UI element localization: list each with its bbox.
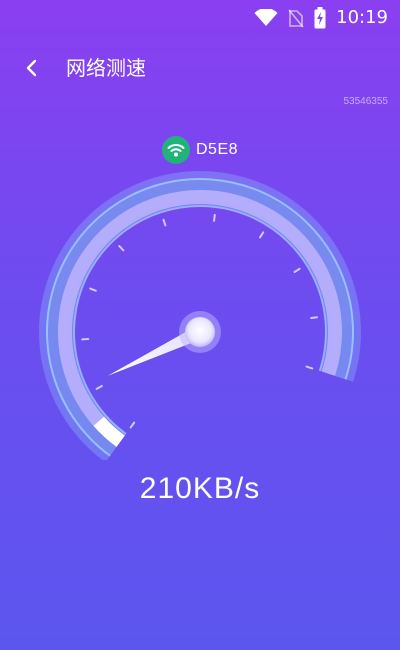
no-sim-icon — [288, 8, 304, 28]
gauge-tick — [310, 316, 319, 319]
gauge-tick — [259, 231, 265, 239]
back-button[interactable] — [16, 52, 48, 84]
status-icons: 10:19 — [254, 6, 388, 30]
device-id: 53546355 — [343, 96, 389, 107]
speed-value: 210KB/s — [139, 472, 261, 505]
gauge-tick — [89, 287, 97, 292]
network-name: D5E8 — [195, 141, 239, 158]
gauge-tick — [162, 218, 167, 227]
wifi-icon — [254, 9, 278, 27]
gauge-tick — [213, 213, 216, 222]
speed-gauge — [0, 160, 400, 460]
chevron-left-icon — [26, 59, 37, 77]
gauge-tick — [129, 421, 136, 429]
gauge-tick — [293, 267, 301, 273]
gauge-tick — [305, 365, 314, 370]
wifi-icon — [167, 144, 185, 157]
status-bar: 10:19 — [0, 0, 400, 36]
page-title: 网络测速 — [66, 56, 146, 80]
gauge-tick — [118, 244, 125, 252]
gauge-hub — [185, 317, 215, 347]
status-time: 10:19 — [336, 7, 388, 28]
gauge-tick — [95, 384, 103, 390]
battery-charging-icon — [314, 7, 326, 29]
app-header: 网络测速 — [0, 48, 400, 88]
